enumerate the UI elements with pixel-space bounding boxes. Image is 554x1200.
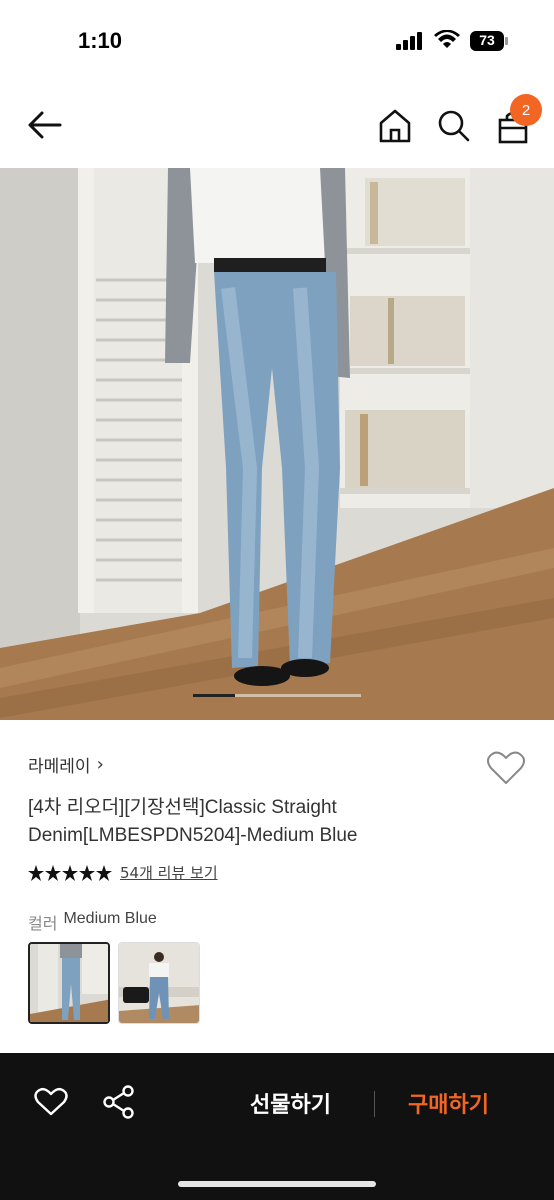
swatch-thumbnail xyxy=(119,943,199,1023)
status-time: 1:10 xyxy=(78,28,123,53)
wifi-icon xyxy=(434,30,460,48)
color-swatch-2[interactable] xyxy=(118,942,200,1024)
chevron-right-icon: › xyxy=(96,754,104,775)
star-icon xyxy=(96,864,112,881)
heart-icon[interactable] xyxy=(34,1087,68,1117)
star-icon xyxy=(45,864,61,881)
heart-icon[interactable] xyxy=(486,750,526,786)
battery-level: 73 xyxy=(479,32,495,48)
share-icon[interactable] xyxy=(102,1085,136,1119)
brand-link[interactable]: 라메레이 › xyxy=(28,752,104,777)
status-bar: 1:10 73 xyxy=(0,0,554,84)
home-icon[interactable] xyxy=(378,108,412,144)
gift-button[interactable]: 선물하기 xyxy=(250,1087,331,1119)
brand-name: 라메레이 xyxy=(28,757,91,777)
rating-row: 54개 리뷰 보기 xyxy=(28,862,218,883)
option-value: Medium Blue xyxy=(63,910,157,927)
product-title: [4차 리오더][기장선택]Classic Straight Denim[LMB… xyxy=(28,797,358,846)
image-carousel-indicator xyxy=(193,694,235,697)
color-swatch-1[interactable] xyxy=(28,942,110,1024)
product-photo xyxy=(0,168,554,720)
color-option: 컬러 Medium Blue xyxy=(28,910,157,934)
home-indicator[interactable] xyxy=(178,1181,376,1187)
cart-count-badge: 2 xyxy=(510,94,542,126)
back-arrow-icon[interactable] xyxy=(26,108,64,142)
product-image[interactable] xyxy=(0,168,554,720)
review-link[interactable]: 54개 리뷰 보기 xyxy=(120,862,218,883)
buy-button[interactable]: 구매하기 xyxy=(408,1087,489,1119)
star-icon xyxy=(79,864,95,881)
bottom-action-bar: 선물하기 구매하기 xyxy=(0,1053,554,1200)
divider xyxy=(374,1091,375,1117)
cellular-signal-icon xyxy=(396,32,422,50)
battery-icon: 73 xyxy=(470,31,508,51)
rating-stars xyxy=(28,864,112,881)
star-icon xyxy=(62,864,78,881)
product-header xyxy=(0,84,554,168)
swatch-thumbnail xyxy=(30,944,108,1022)
search-icon[interactable] xyxy=(436,108,470,144)
star-icon xyxy=(28,864,44,881)
option-label: 컬러 xyxy=(28,914,58,933)
